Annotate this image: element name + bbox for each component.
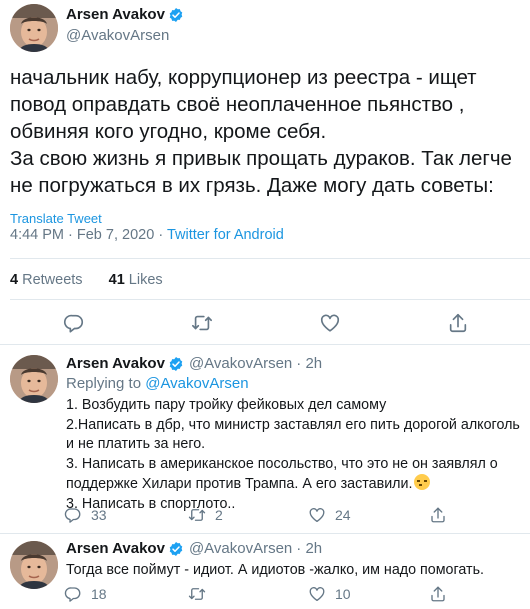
reply-text-segment: поддержке Хилари против Трампа. А его за… — [66, 476, 413, 492]
retweets-stat[interactable]: 4 Retweets — [10, 272, 83, 288]
avatar[interactable] — [10, 355, 58, 403]
reply-text-line: 2.Написать в дбр, что министр заставлял … — [66, 416, 520, 433]
retweet-icon — [188, 506, 206, 524]
meta-separator: · — [68, 227, 77, 243]
meta-separator: · — [158, 227, 167, 243]
reply-count: 33 — [91, 507, 107, 523]
divider — [10, 258, 530, 259]
tweet-text-line: За свою жизнь я привык прощать дураков. … — [10, 147, 512, 170]
tweet-text-line: не погружаться в их грязь. Даже могу дат… — [10, 174, 494, 197]
author-name[interactable]: Arsen Avakov — [66, 355, 165, 372]
share-button[interactable] — [429, 506, 447, 524]
reply-text-line: Тогда все поймут - идиот. А идиотов -жал… — [66, 562, 485, 578]
like-icon[interactable] — [319, 312, 341, 334]
retweets-count: 4 — [10, 272, 19, 288]
reply-text-line: 3. Написать в американское посольство, ч… — [66, 455, 498, 472]
smirk-emoji-icon — [414, 474, 431, 490]
tweet-source[interactable]: Twitter for Android — [167, 227, 284, 243]
reply-text: 1. Возбудить пару тройку фейковых дел са… — [66, 396, 520, 514]
share-button[interactable] — [429, 585, 447, 603]
reply-icon — [64, 585, 82, 603]
tweet-time[interactable]: 4:44 PM — [10, 227, 64, 243]
replying-to: Replying to @AvakovArsen — [66, 375, 249, 392]
retweet-button[interactable] — [188, 585, 215, 603]
verified-badge-icon — [168, 7, 184, 23]
divider — [0, 533, 530, 534]
like-count: 24 — [335, 507, 351, 523]
reply-count: 18 — [91, 586, 107, 602]
translate-tweet-link[interactable]: Translate Tweet — [10, 211, 102, 226]
reply-icon — [64, 506, 82, 524]
replying-prefix: Replying to — [66, 375, 142, 392]
reply-text-line: 3. Написать в спортлото.. — [66, 495, 236, 512]
reply-time[interactable]: · 2h — [296, 355, 322, 372]
verified-badge-icon — [168, 541, 184, 557]
avatar[interactable] — [10, 4, 58, 52]
tweet-date[interactable]: Feb 7, 2020 — [77, 227, 154, 243]
reply-text: Тогда все поймут - идиот. А идиотов -жал… — [66, 561, 484, 581]
reply-time[interactable]: · 2h — [296, 540, 322, 557]
share-icon — [429, 506, 447, 524]
avatar-image — [10, 4, 58, 52]
retweet-count: 2 — [215, 507, 223, 523]
reply-header: Arsen Avakov @AvakovArsen · 2h — [66, 540, 322, 557]
tweet-text: начальник набу, коррупционер из реестра … — [10, 64, 525, 199]
author-handle[interactable]: @AvakovArsen — [66, 27, 169, 44]
tweet-stats: 4 Retweets 41 Likes — [10, 272, 163, 288]
avatar[interactable] — [10, 541, 58, 589]
tweet-text-line: обвиняя кого угодно, кроме себя. — [10, 120, 327, 143]
retweet-icon[interactable] — [191, 312, 213, 334]
divider — [10, 299, 530, 300]
share-icon[interactable] — [447, 312, 469, 334]
reply-button[interactable]: 18 — [64, 585, 107, 603]
like-icon — [308, 585, 326, 603]
like-button[interactable]: 10 — [308, 585, 351, 603]
likes-stat[interactable]: 41 Likes — [109, 272, 163, 288]
verified-badge-icon — [168, 356, 184, 372]
retweets-label: Retweets — [22, 272, 83, 288]
reply-text-line: и не платить за него. — [66, 436, 206, 452]
like-count: 10 — [335, 586, 351, 602]
author-name[interactable]: Arsen Avakov — [66, 6, 165, 23]
author-handle[interactable]: @AvakovArsen — [189, 540, 292, 557]
likes-label: Likes — [128, 272, 163, 288]
author-name[interactable]: Arsen Avakov — [66, 540, 165, 557]
like-button[interactable]: 24 — [308, 506, 351, 524]
author-name-row[interactable]: Arsen Avakov — [66, 6, 184, 23]
divider — [0, 344, 530, 345]
reply-text-line: поддержке Хилари против Трампа. А его за… — [66, 474, 520, 495]
tweet-meta: 4:44 PM · Feb 7, 2020 · Twitter for Andr… — [10, 227, 284, 243]
tweet-text-line: повод оправдать своё неоплаченное пьянст… — [10, 93, 465, 116]
reply-button[interactable]: 33 — [64, 506, 107, 524]
likes-count: 41 — [108, 272, 125, 288]
like-icon — [308, 506, 326, 524]
retweet-icon — [188, 585, 206, 603]
tweet-text-line: начальник набу, коррупционер из реестра … — [10, 66, 477, 89]
share-icon — [429, 585, 447, 603]
reply-text-line: 1. Возбудить пару тройку фейковых дел са… — [66, 397, 387, 413]
author-handle[interactable]: @AvakovArsen — [189, 355, 292, 372]
replying-to-handle[interactable]: @AvakovArsen — [145, 375, 248, 392]
avatar-image — [10, 355, 58, 403]
reply-icon[interactable] — [63, 312, 85, 334]
avatar-image — [10, 541, 58, 589]
retweet-button[interactable]: 2 — [188, 506, 223, 524]
reply-header: Arsen Avakov @AvakovArsen · 2h — [66, 355, 322, 372]
